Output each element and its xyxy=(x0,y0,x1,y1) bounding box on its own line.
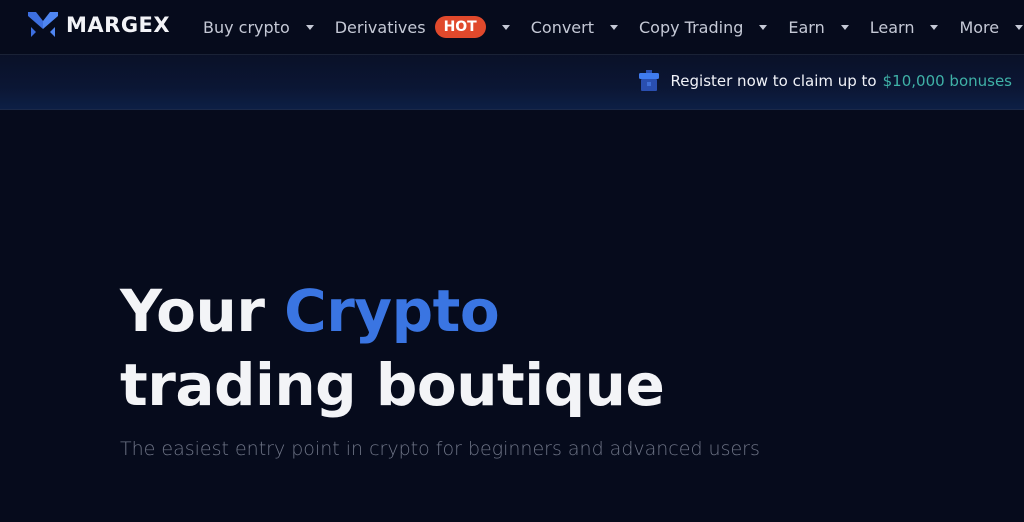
nav-label: Copy Trading xyxy=(639,17,744,37)
nav-label: Derivatives xyxy=(334,17,426,37)
nav-label: Earn xyxy=(788,17,825,37)
hero-title-line2: trading boutique xyxy=(120,351,665,419)
nav-item-learn[interactable]: Learn xyxy=(870,18,939,37)
chevron-down-icon xyxy=(610,24,618,30)
nav-item-earn[interactable]: Earn xyxy=(788,17,849,37)
nav-label: Buy crypto xyxy=(203,17,290,37)
chevron-down-icon xyxy=(930,24,939,30)
top-navigation-bar: MARGEX Buy crypto Derivatives HOT Conver… xyxy=(0,0,1024,55)
main-nav: Buy crypto Derivatives HOT Convert Copy … xyxy=(203,0,1024,54)
chevron-down-icon xyxy=(305,24,314,30)
nav-item-more[interactable]: More xyxy=(959,17,1024,37)
nav-item-derivatives[interactable]: Derivatives HOT xyxy=(335,16,510,38)
nav-item-convert[interactable]: Convert xyxy=(531,18,618,37)
promo-amount: $10,000 bonuses xyxy=(882,72,1012,90)
promo-banner: Register now to claim up to $10,000 bonu… xyxy=(0,55,1024,110)
hero-section: Your Crypto trading boutique The easiest… xyxy=(120,274,760,460)
hero-title-accent: Crypto xyxy=(284,277,500,345)
hero-title-word: Your xyxy=(120,277,265,345)
margex-m-logo-icon xyxy=(28,12,58,37)
hero-subtitle: The easiest entry point in crypto for be… xyxy=(120,438,760,460)
brand-logo[interactable]: MARGEX xyxy=(28,11,170,39)
nav-label: More xyxy=(959,17,1000,37)
chevron-down-icon xyxy=(840,24,849,30)
chevron-down-icon xyxy=(759,24,768,30)
chevron-down-icon xyxy=(1015,24,1024,30)
hero-title: Your Crypto trading boutique xyxy=(120,274,760,422)
hot-badge: HOT xyxy=(434,16,486,38)
nav-label: Convert xyxy=(530,17,594,37)
chevron-down-icon xyxy=(501,24,510,30)
register-promo-link[interactable]: Register now to claim up to $10,000 bonu… xyxy=(638,70,1012,92)
nav-item-buy-crypto[interactable]: Buy crypto xyxy=(203,18,314,37)
brand-name: MARGEX xyxy=(66,13,171,37)
gift-icon xyxy=(638,70,659,91)
nav-label: Learn xyxy=(869,17,915,37)
promo-text: Register now to claim up to xyxy=(670,72,877,90)
nav-item-copy-trading[interactable]: Copy Trading xyxy=(639,17,768,37)
